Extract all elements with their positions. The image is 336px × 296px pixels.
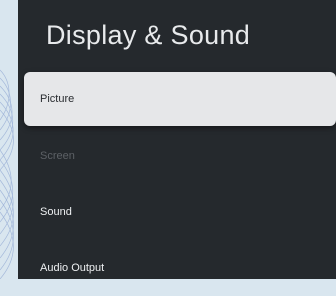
menu-item-picture[interactable]: Picture — [24, 72, 336, 126]
settings-menu: Picture Screen Sound Audio Output — [24, 72, 336, 296]
page-title: Display & Sound — [46, 20, 251, 50]
menu-item-sound[interactable]: Sound — [24, 184, 336, 240]
menu-item-screen: Screen — [24, 128, 336, 184]
menu-item-audio-output[interactable]: Audio Output — [24, 240, 336, 296]
settings-panel: Display & Sound Picture Screen Sound Aud… — [18, 0, 336, 279]
menu-item-label: Sound — [40, 206, 72, 218]
menu-item-label: Screen — [40, 150, 75, 162]
menu-item-label: Audio Output — [40, 262, 105, 274]
menu-item-label: Picture — [40, 93, 75, 105]
